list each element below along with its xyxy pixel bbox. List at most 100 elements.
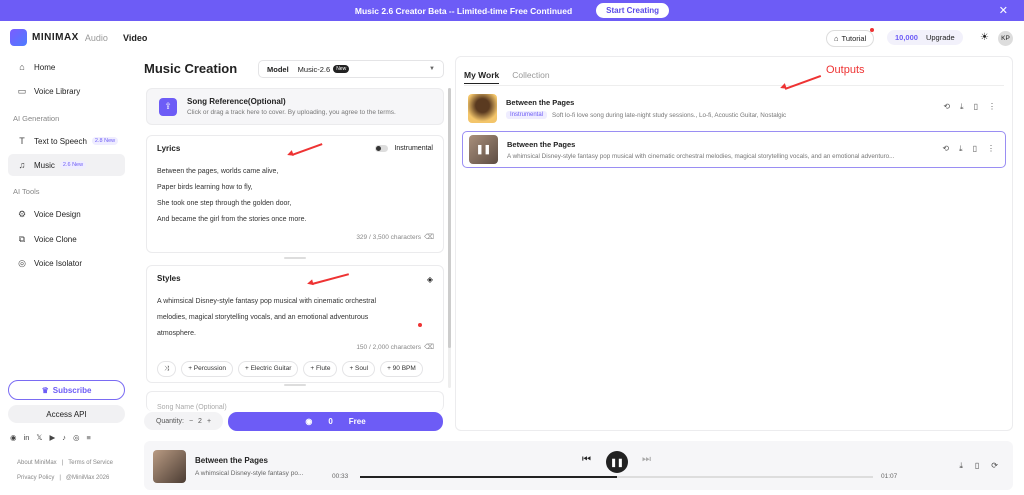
styles-line: A whimsical Disney-style fantasy pop mus… <box>157 298 377 305</box>
sidebar-item-voice-clone[interactable]: ⧉ Voice Clone <box>8 228 125 250</box>
music-note-icon: ♫ <box>18 160 26 170</box>
bookmark-icon[interactable]: ▯ <box>973 144 977 154</box>
download-icon[interactable]: ⤓ <box>959 144 963 154</box>
linkedin-icon[interactable]: in <box>24 433 30 442</box>
resize-handle[interactable] <box>284 384 306 386</box>
styles-line: melodies, magical storytelling vocals, a… <box>157 314 369 321</box>
model-value: Music-2.6 <box>297 64 331 74</box>
privacy-link[interactable]: Privacy Policy <box>17 475 54 481</box>
minimax-logo-icon <box>10 29 27 46</box>
bookmark-icon[interactable]: ▯ <box>975 461 979 471</box>
song-name-input[interactable]: Song Name (Optional) <box>146 391 444 411</box>
clear-icon[interactable]: ⌫ <box>424 233 434 241</box>
logo[interactable]: MINIMAX Audio <box>10 29 108 46</box>
avatar[interactable]: KP <box>998 31 1013 46</box>
tag-electric-guitar[interactable]: + Electric Guitar <box>237 361 299 377</box>
track-item-selected[interactable]: ❚❚ Between the Pages A whimsical Disney-… <box>462 131 1006 168</box>
resize-handle[interactable] <box>284 257 306 259</box>
dice-icon[interactable]: ◈ <box>427 275 433 284</box>
styles-editor[interactable]: Styles ◈ A whimsical Disney-style fantas… <box>146 265 444 383</box>
scrollbar[interactable] <box>448 88 451 388</box>
close-icon[interactable]: ✕ <box>999 4 1008 17</box>
track-info: Between the Pages A whimsical Disney-sty… <box>507 140 894 160</box>
tab-divider <box>464 85 1004 86</box>
section-ai-tools: AI Tools <box>13 187 40 196</box>
bookmark-icon[interactable]: ▯ <box>974 102 978 112</box>
generate-credits: 0 <box>328 417 333 426</box>
music-creation-panel: Music Creation Model Music-2.6 New ▼ ⇪ S… <box>144 56 451 434</box>
song-reference-subtitle: Click or drag a track here to cover. By … <box>187 109 396 116</box>
new-badge: 2.6 New <box>59 161 87 169</box>
pause-button[interactable]: ❚❚ <box>606 451 628 473</box>
discord-icon[interactable]: ◉ <box>10 433 17 442</box>
download-icon[interactable]: ⤓ <box>960 102 964 112</box>
track-description: A whimsical Disney-style fantasy pop mus… <box>507 152 895 160</box>
tiktok-icon[interactable]: ♪ <box>62 433 66 442</box>
sidebar-item-music[interactable]: ♫ Music 2.6 New <box>8 154 125 176</box>
pause-icon[interactable]: ❚❚ <box>476 144 491 155</box>
quantity-stepper[interactable]: Quantity: − 2 + <box>144 412 223 430</box>
section-ai-generation: AI Generation <box>13 114 60 123</box>
subscribe-button[interactable]: ♛ Subscribe <box>8 380 125 400</box>
theme-toggle-icon[interactable]: ☀ <box>980 32 989 43</box>
tag-90-bpm[interactable]: + 90 BPM <box>380 361 423 377</box>
logo-text: MINIMAX <box>32 32 79 43</box>
sidebar-item-label: Voice Design <box>34 209 81 219</box>
instagram-icon[interactable]: ◎ <box>73 433 80 442</box>
generate-button[interactable]: ◉ 0 Free <box>228 412 443 431</box>
terms-link[interactable]: Terms of Service <box>68 460 113 466</box>
start-creating-button[interactable]: Start Creating <box>596 3 670 18</box>
plus-icon[interactable]: + <box>207 418 211 425</box>
sidebar-item-text-to-speech[interactable]: T Text to Speech 2.8 New <box>8 130 125 152</box>
model-select[interactable]: Model Music-2.6 New ▼ <box>258 60 444 78</box>
minus-icon[interactable]: − <box>189 418 193 425</box>
remix-icon[interactable]: ⟲ <box>943 102 950 112</box>
tab-my-work[interactable]: My Work <box>464 70 500 84</box>
tutorial-label: Tutorial <box>841 34 867 43</box>
progress-bar[interactable] <box>360 476 873 478</box>
sidebar-item-home[interactable]: ⌂ Home <box>8 56 125 78</box>
lyrics-line: She took one step through the golden doo… <box>157 200 292 207</box>
styles-text[interactable]: A whimsical Disney-style fantasy pop mus… <box>157 294 376 342</box>
song-reference-title: Song Reference(Optional) <box>187 97 286 106</box>
sidebar-item-voice-library[interactable]: ▭ Voice Library <box>8 80 125 102</box>
previous-track-icon[interactable]: ⏮ <box>582 454 591 465</box>
shuffle-icon[interactable]: ⤨ <box>157 361 177 377</box>
tab-collection[interactable]: Collection <box>512 70 549 84</box>
upload-icon: ⇪ <box>159 97 177 116</box>
nav-video[interactable]: Video <box>123 33 147 43</box>
access-api-button[interactable]: Access API <box>8 405 125 423</box>
social-links: ◉ in 𝕏 ▶ ♪ ◎ ≡ <box>10 433 91 442</box>
lyrics-char-count: 329 / 3,500 characters <box>356 234 421 241</box>
more-options-icon[interactable]: ⋮ <box>988 102 996 112</box>
remix-icon[interactable]: ⟲ <box>942 144 949 154</box>
tag-soul[interactable]: + Soul <box>342 361 376 377</box>
instrumental-toggle[interactable]: Instrumental <box>375 145 433 152</box>
track-item[interactable]: Between the Pages Instrumental Soft lo-fi… <box>462 90 1006 127</box>
repeat-icon[interactable]: ⟳ <box>991 461 998 471</box>
song-reference-upload[interactable]: ⇪ Song Reference(Optional) Click or drag… <box>146 88 444 125</box>
progress-fill <box>360 476 617 478</box>
lyrics-text[interactable]: Between the pages, worlds came alive, Pa… <box>157 164 306 228</box>
x-icon[interactable]: 𝕏 <box>36 433 42 442</box>
tutorial-button[interactable]: ⌂ Tutorial <box>826 28 875 47</box>
credits-pill[interactable]: 10,000 Upgrade <box>887 30 963 45</box>
crown-icon: ♛ <box>41 385 49 395</box>
sidebar-item-voice-design[interactable]: ⚙ Voice Design <box>8 203 125 225</box>
credit-icon: ◉ <box>305 417 313 426</box>
more-options-icon[interactable]: ⋮ <box>987 144 995 154</box>
upgrade-button[interactable]: Upgrade <box>926 33 955 42</box>
tag-percussion[interactable]: + Percussion <box>181 361 233 377</box>
next-track-icon[interactable]: ⏭ <box>642 454 651 465</box>
youtube-icon[interactable]: ▶ <box>49 433 55 442</box>
download-icon[interactable]: ⤓ <box>959 461 963 471</box>
more-icon[interactable]: ≡ <box>87 433 91 442</box>
about-link[interactable]: About MiniMax <box>17 460 57 466</box>
toggle-switch[interactable] <box>375 145 389 152</box>
clear-icon[interactable]: ⌫ <box>424 343 434 351</box>
sidebar-item-voice-isolator[interactable]: ◎ Voice Isolator <box>8 252 125 274</box>
separator: | <box>61 460 64 466</box>
tag-flute[interactable]: + Flute <box>303 361 338 377</box>
scrollbar-thumb[interactable] <box>448 88 451 348</box>
track-actions: ⟲ ⤓ ▯ ⋮ <box>943 102 996 112</box>
